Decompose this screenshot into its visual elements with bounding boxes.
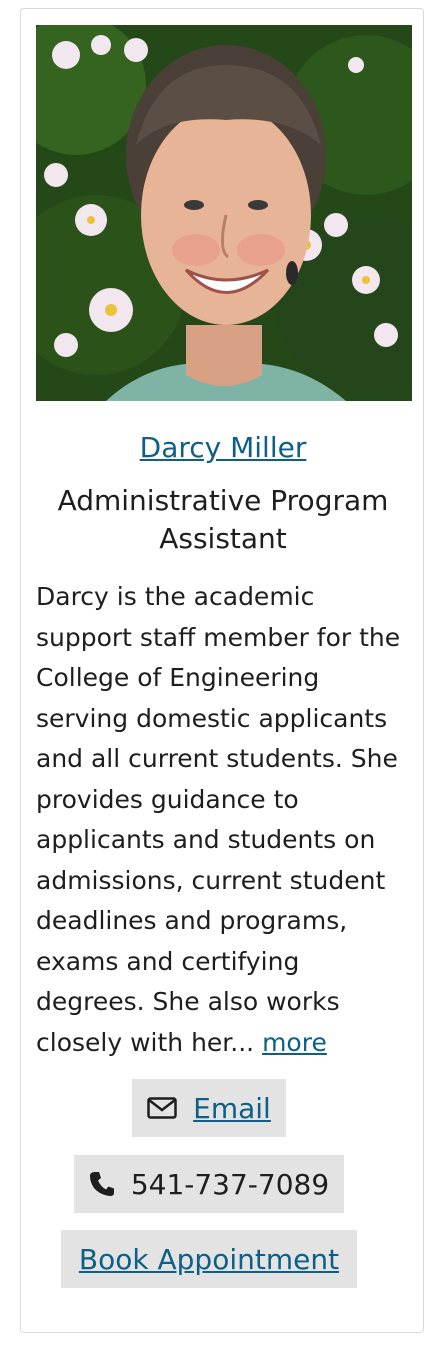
bio-line: serving domestic applicants [36,703,388,733]
bio-line: deadlines and programs, [36,906,348,935]
book-appointment-button[interactable]: Book Appointment [61,1230,357,1288]
phone-button[interactable]: 541-737-7089 [74,1155,344,1213]
bio-line: support staff member for the [36,622,401,652]
phone-icon [89,1171,115,1197]
bio-line: applicants and students on [36,825,376,854]
staff-card: Darcy Miller Administrative Program Assi… [20,8,424,1333]
bio-line: Darcy is the academic [36,582,315,611]
bio-line: exams and certifying [36,946,300,976]
bio-line: admissions, current student [36,865,386,895]
book-appointment-label[interactable]: Book Appointment [79,1243,339,1276]
bio-line: provides guidance to [36,784,299,814]
envelope-icon [147,1097,177,1119]
staff-bio: Darcy is the academic support staff memb… [36,577,416,1063]
email-button[interactable]: Email [132,1079,286,1137]
profile-photo [36,25,412,401]
bio-line: and all current students. She [36,744,398,773]
more-link[interactable]: more [262,1028,327,1057]
phone-number: 541-737-7089 [130,1167,330,1201]
staff-title: Administrative Program Assistant [57,484,389,555]
staff-name-link[interactable]: Darcy Miller [21,431,425,464]
bio-line: College of Engineering [36,663,320,692]
bio-line: degrees. She also works [36,987,340,1016]
email-label[interactable]: Email [193,1092,271,1125]
bio-line-last: closely with her... more [36,1023,416,1064]
bio-line-text: closely with her... [36,1027,255,1057]
